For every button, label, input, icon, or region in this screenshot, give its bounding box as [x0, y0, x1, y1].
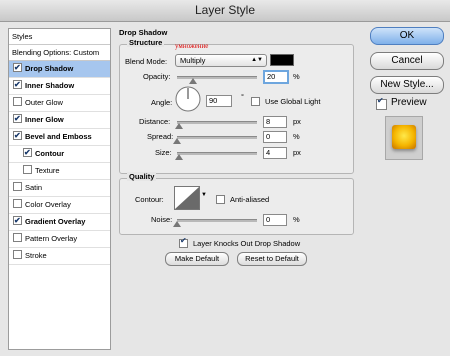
checkbox-icon[interactable]	[13, 111, 22, 127]
spread-slider-track[interactable]	[177, 136, 257, 139]
checkbox-icon[interactable]	[23, 165, 32, 174]
checkbox-icon[interactable]	[23, 145, 32, 161]
noise-unit: %	[293, 215, 300, 224]
opacity-label: Opacity:	[143, 72, 171, 81]
checkbox-icon[interactable]	[13, 182, 22, 191]
checkbox-icon[interactable]	[13, 250, 22, 259]
blend-annotation: умножение	[175, 42, 209, 50]
style-item-gradient-overlay[interactable]: Gradient Overlay	[9, 213, 110, 231]
distance-slider-track[interactable]	[177, 121, 257, 124]
checkbox-icon[interactable]	[13, 77, 22, 93]
angle-label: Angle:	[151, 98, 173, 107]
anti-aliased-label: Anti-aliased	[230, 195, 270, 204]
opacity-unit: %	[293, 72, 300, 81]
layer-style-dialog: Layer Style Styles Blending Options: Cus…	[0, 0, 450, 356]
structure-title: Structure	[127, 38, 165, 47]
checkbox-icon[interactable]	[13, 213, 22, 229]
angle-input[interactable]: 90	[206, 95, 232, 107]
checkbox-icon[interactable]	[13, 128, 22, 144]
spread-unit: %	[293, 132, 300, 141]
contour-picker[interactable]	[174, 186, 200, 210]
knocks-out-label: Layer Knocks Out Drop Shadow	[193, 239, 301, 248]
noise-slider-track[interactable]	[177, 219, 257, 222]
reset-default-button[interactable]: Reset to Default	[237, 252, 307, 266]
styles-list: Styles Blending Options: Custom Drop Sha…	[8, 28, 111, 350]
noise-label: Noise:	[151, 215, 173, 224]
blending-options-item[interactable]: Blending Options: Custom	[9, 45, 110, 61]
ok-button[interactable]: OK	[370, 27, 444, 45]
spread-label: Spread:	[147, 132, 174, 141]
global-light-checkbox[interactable]	[251, 97, 260, 106]
contour-label: Contour:	[135, 195, 164, 204]
quality-title: Quality	[127, 172, 157, 181]
noise-input[interactable]: 0	[263, 214, 287, 226]
dialog-title: Layer Style	[0, 0, 450, 22]
style-item-satin[interactable]: Satin	[9, 180, 110, 197]
drop-shadow-title: Drop Shadow	[119, 28, 168, 37]
size-label: Size:	[155, 148, 172, 157]
anti-aliased-checkbox[interactable]	[216, 195, 225, 204]
style-item-color-overlay[interactable]: Color Overlay	[9, 197, 110, 214]
checkbox-icon[interactable]	[13, 199, 22, 208]
spread-slider-thumb[interactable]	[173, 138, 181, 144]
global-light-label: Use Global Light	[265, 97, 321, 106]
size-slider-thumb[interactable]	[174, 154, 183, 160]
shadow-color-swatch[interactable]	[270, 54, 294, 66]
blend-mode-label: Blend Mode:	[125, 57, 168, 66]
angle-dial[interactable]	[174, 85, 202, 113]
opacity-slider-thumb[interactable]	[189, 78, 197, 84]
style-preview	[385, 116, 423, 160]
spread-input[interactable]: 0	[263, 131, 287, 143]
size-input[interactable]: 4	[263, 147, 287, 159]
drop-shadow-panel: Drop Shadow Structure умножение Blend Mo…	[115, 28, 359, 308]
preview-swatch-icon	[392, 125, 416, 149]
updown-arrows-icon: ▲▼	[251, 57, 263, 63]
style-item-inner-shadow[interactable]: Inner Shadow	[9, 77, 110, 95]
make-default-button[interactable]: Make Default	[165, 252, 229, 266]
checkbox-icon[interactable]	[13, 233, 22, 242]
style-item-pattern-overlay[interactable]: Pattern Overlay	[9, 231, 110, 248]
style-item-texture[interactable]: Texture	[9, 163, 110, 180]
distance-input[interactable]: 8	[263, 116, 287, 128]
styles-header[interactable]: Styles	[9, 29, 110, 45]
checkbox-icon[interactable]	[13, 97, 22, 106]
noise-slider-thumb[interactable]	[173, 221, 181, 227]
style-item-bevel-emboss[interactable]: Bevel and Emboss	[9, 128, 110, 146]
style-item-drop-shadow[interactable]: Drop Shadow	[9, 60, 110, 78]
angle-unit: °	[241, 92, 244, 101]
distance-unit: px	[293, 117, 301, 126]
distance-label: Distance:	[139, 117, 171, 126]
style-item-outer-glow[interactable]: Outer Glow	[9, 95, 110, 112]
style-item-inner-glow[interactable]: Inner Glow	[9, 111, 110, 129]
distance-slider-thumb[interactable]	[175, 123, 184, 129]
style-item-stroke[interactable]: Stroke	[9, 248, 110, 265]
contour-dropdown-icon[interactable]: ▼	[201, 192, 207, 198]
cancel-button[interactable]: Cancel	[370, 52, 444, 70]
new-style-button[interactable]: New Style...	[370, 76, 444, 94]
knocks-out-checkbox[interactable]	[179, 236, 188, 248]
style-item-contour[interactable]: Contour	[9, 145, 110, 163]
quality-group	[119, 178, 354, 235]
opacity-input[interactable]: 20	[263, 70, 289, 84]
size-slider-track[interactable]	[177, 152, 257, 155]
preview-label: Preview	[391, 97, 427, 108]
size-unit: px	[293, 148, 301, 157]
preview-checkbox[interactable]	[376, 96, 387, 110]
contour-curve-icon	[175, 187, 199, 209]
checkbox-icon[interactable]	[13, 60, 22, 76]
blend-mode-select[interactable]: Multiply ▲▼	[175, 54, 267, 67]
